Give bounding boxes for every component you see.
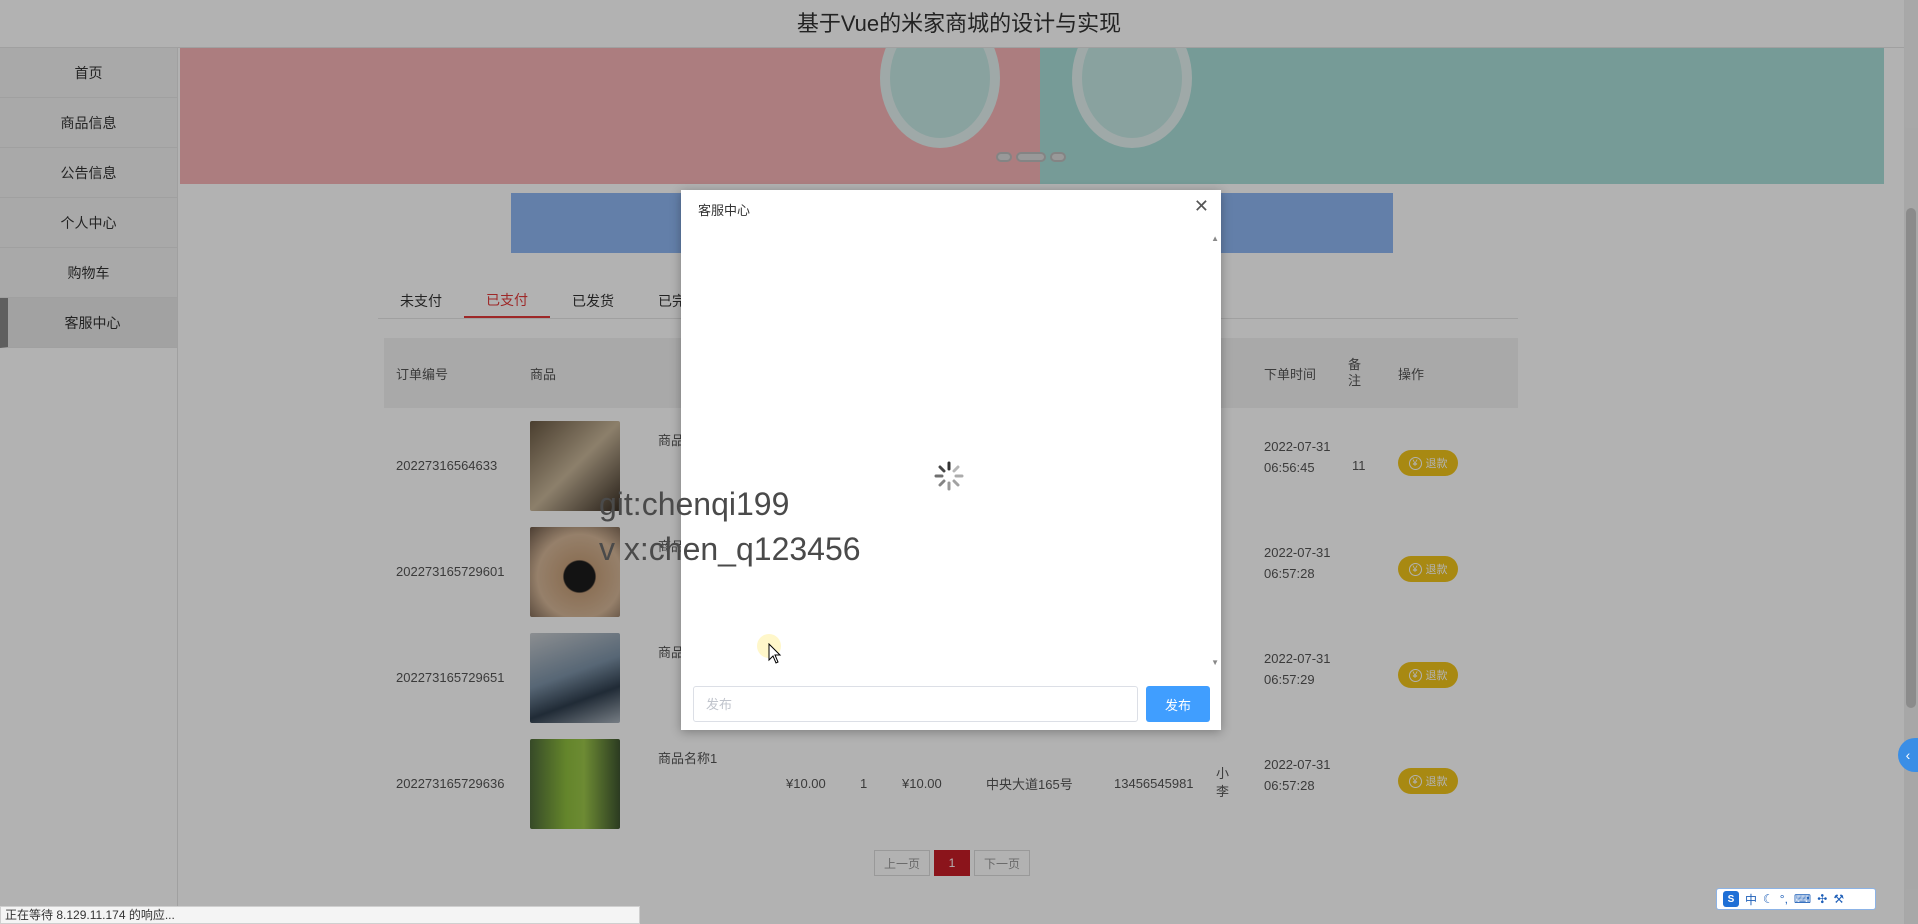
- chat-frame[interactable]: [691, 230, 1211, 662]
- ime-toolbar[interactable]: S 中 ☾ °, ⌨ ✣ ⚒: [1716, 888, 1876, 910]
- scroll-down-arrow-icon[interactable]: ▼: [1211, 658, 1219, 667]
- watermark-line-1: git:chenqi199: [599, 486, 790, 522]
- moon-icon[interactable]: ☾: [1763, 892, 1774, 906]
- chat-message-input[interactable]: [693, 686, 1138, 722]
- watermark-line-2: v x:chen_q123456: [599, 531, 861, 567]
- loading-spinner-icon: [934, 461, 964, 491]
- dialog-title: 客服中心: [698, 203, 751, 218]
- settings-icon[interactable]: ✣: [1817, 892, 1827, 906]
- keyboard-icon[interactable]: ⌨: [1794, 892, 1811, 906]
- browser-status-bar: 正在等待 8.129.11.174 的响应...: [0, 906, 640, 924]
- mouse-cursor-icon: [768, 643, 782, 664]
- wrench-icon[interactable]: ⚒: [1833, 892, 1844, 906]
- send-button[interactable]: 发布: [1146, 686, 1210, 722]
- punctuation-icon[interactable]: °,: [1780, 892, 1788, 906]
- scroll-up-arrow-icon[interactable]: ▲: [1211, 234, 1219, 243]
- close-icon[interactable]: ✕: [1194, 196, 1209, 217]
- ime-mode-label[interactable]: 中: [1745, 891, 1757, 908]
- ime-logo-icon: S: [1723, 891, 1739, 907]
